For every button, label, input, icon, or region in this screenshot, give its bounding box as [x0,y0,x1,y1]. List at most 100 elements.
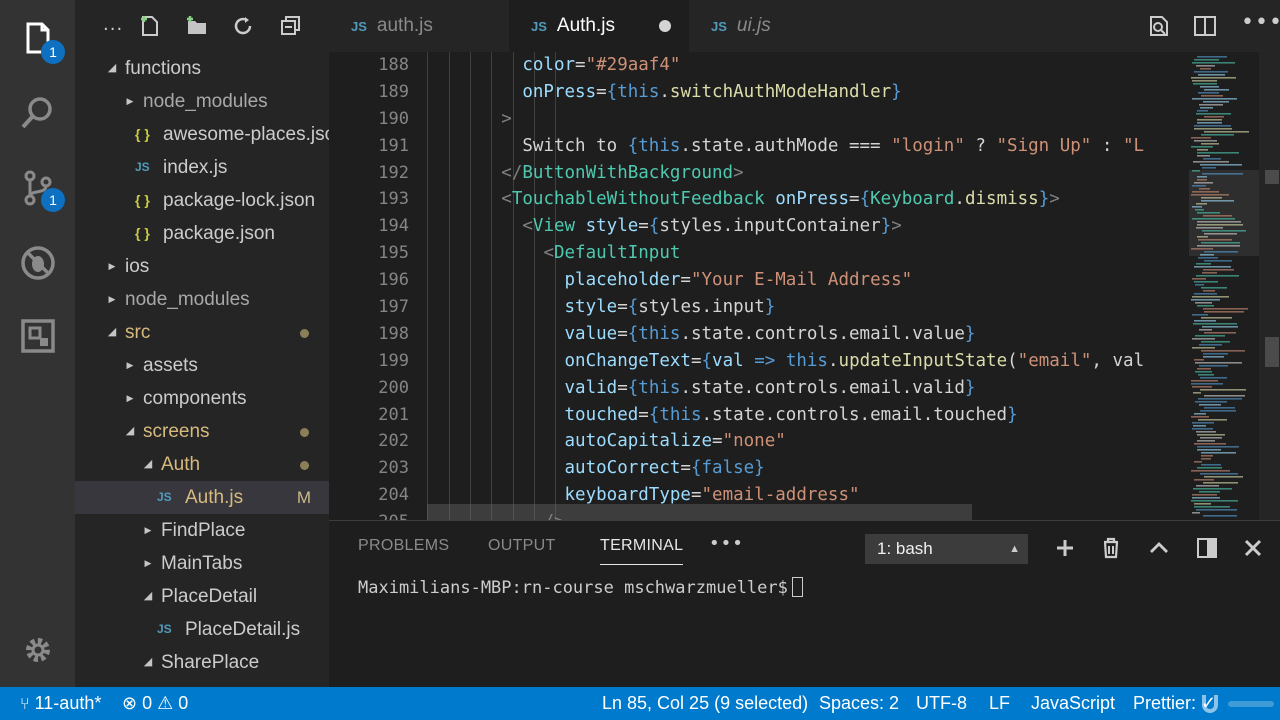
code-line[interactable]: <TouchableWithoutFeedback onPress={Keybo… [417,186,1187,213]
tab-auth-js[interactable]: JS Auth.js [509,0,689,52]
vertical-scrollbar[interactable] [1259,52,1280,520]
chevron-down-icon[interactable]: ◢ [105,316,119,349]
minimap[interactable] [1189,52,1259,520]
code-line[interactable]: color="#29aaf4" [417,52,1187,79]
encoding-status[interactable]: UTF-8 [916,687,967,720]
scrollbar-thumb[interactable] [1265,337,1279,367]
tab-terminal[interactable]: TERMINAL [600,537,684,565]
tab-output[interactable]: OUTPUT [488,537,556,555]
close-icon[interactable] [1241,536,1265,560]
code-line[interactable]: </ButtonWithBackground> [417,160,1187,187]
editor-more-actions[interactable]: ••• [1241,10,1280,35]
chevron-down-icon[interactable]: ◢ [141,580,155,613]
explorer-activity[interactable]: 1 [0,0,75,75]
chevron-down-icon[interactable]: ◢ [141,646,155,679]
chevron-right-icon[interactable]: ▶ [123,382,137,415]
cursor-position[interactable]: Ln 85, Col 25 (9 selected) [602,687,808,720]
code-line[interactable]: autoCapitalize="none" [417,428,1187,455]
branch-status[interactable]: ⑂ 11-auth* [20,687,101,720]
unsaved-dot-icon[interactable] [659,20,671,32]
minimap-line [1194,503,1211,505]
code-lines[interactable]: color="#29aaf4" onPress={this.switchAuth… [417,52,1187,520]
tree-item[interactable]: ▶ assets [75,349,329,382]
problems-status[interactable]: ⊗ 0 ⚠ 0 [122,687,188,720]
terminal-select[interactable]: 1: bash ▲ [865,534,1028,564]
explorer-more-actions[interactable]: ... [103,14,123,35]
minimap-line [1192,170,1200,172]
code-line[interactable]: onChangeText={val => this.updateInputSta… [417,348,1187,375]
tree-item[interactable]: ◢ Auth [75,448,329,481]
tree-item[interactable]: { } package-lock.json [75,184,329,217]
code-line[interactable]: autoCorrect={false} [417,455,1187,482]
chevron-right-icon[interactable]: ▶ [105,250,119,283]
code-line[interactable]: touched={this.state.controls.email.touch… [417,402,1187,429]
chevron-right-icon[interactable]: ▶ [123,349,137,382]
chevron-right-icon[interactable]: ▶ [141,547,155,580]
plus-icon[interactable] [1053,536,1077,560]
terminal-output[interactable]: Maximilians-MBP:rn-course mschwarzmuelle… [358,577,803,598]
horizontal-scrollbar[interactable] [427,504,972,520]
minimap-line [1196,203,1207,205]
manage-activity[interactable] [0,612,75,687]
minimap-line [1201,341,1230,343]
eol-status[interactable]: LF [989,687,1010,720]
code-line[interactable]: <View style={styles.inputContainer}> [417,213,1187,240]
code-line[interactable]: onPress={this.switchAuthModeHandler} [417,79,1187,106]
chevron-right-icon[interactable]: ▶ [123,85,137,118]
new-folder-icon[interactable] [185,14,209,38]
tree-item[interactable]: JS Auth.js M [75,481,329,514]
chevron-up-icon[interactable] [1147,536,1171,560]
tree-item[interactable]: JS PlaceDetail.js [75,613,329,646]
tree-item[interactable]: ◢ src [75,316,329,349]
chevron-down-icon[interactable]: ◢ [105,52,119,85]
code-line[interactable]: Switch to {this.state.authMode === "logi… [417,133,1187,160]
tree-item[interactable]: ▶ ios [75,250,329,283]
open-changes-icon[interactable] [1147,14,1171,38]
collapse-all-icon[interactable] [279,14,303,38]
tree-item[interactable]: ◢ functions [75,52,329,85]
chevron-right-icon[interactable]: ▶ [105,283,119,316]
code-line[interactable]: style={styles.input} [417,294,1187,321]
toggle-panel-icon[interactable] [1195,536,1219,560]
tree-item[interactable]: ▶ FindPlace [75,514,329,547]
tree-item[interactable]: ◢ PlaceDetail [75,580,329,613]
code-line[interactable]: valid={this.state.controls.email.valid} [417,375,1187,402]
extensions-activity[interactable] [0,298,75,373]
code-line[interactable]: <DefaultInput [417,240,1187,267]
tree-item-label: awesome-places.json [163,124,329,145]
code-token: DefaultInput [553,243,681,264]
split-editor-icon[interactable] [1193,14,1217,38]
code-line[interactable]: placeholder="Your E-Mail Address" [417,267,1187,294]
chevron-right-icon[interactable]: ▶ [141,514,155,547]
debug-activity[interactable] [0,225,75,300]
tab-ui-js[interactable]: JS ui.js [689,0,849,52]
new-file-icon[interactable] [138,14,162,38]
tree-item[interactable]: ▶ components [75,382,329,415]
panel-more-actions[interactable]: ••• [709,533,744,554]
tab-auth-js-lower[interactable]: JS auth.js [329,0,509,52]
scm-activity[interactable]: 1 [0,150,75,225]
tab-problems[interactable]: PROBLEMS [358,537,449,555]
minimap-line [1198,92,1219,94]
code-line[interactable]: > [417,106,1187,133]
chevron-down-icon[interactable]: ◢ [141,448,155,481]
code-token: .state.controls.email.touched [701,404,1008,425]
trash-icon[interactable] [1099,536,1123,560]
tree-item[interactable]: { } package.json [75,217,329,250]
tree-item[interactable]: ▶ node_modules [75,85,329,118]
code-line[interactable]: value={this.state.controls.email.value} [417,321,1187,348]
tree-item-label: FindPlace [161,520,246,541]
search-activity[interactable] [0,75,75,150]
tree-item[interactable]: ◢ screens [75,415,329,448]
chevron-down-icon[interactable]: ◢ [123,415,137,448]
minimap-line [1197,305,1214,307]
code-editor[interactable]: 188 189 190 191 192 193 194 195 196 197 198 199 200 2… [329,52,1280,520]
indentation-status[interactable]: Spaces: 2 [819,687,899,720]
tree-item[interactable]: JS index.js [75,151,329,184]
tree-item[interactable]: ▶ MainTabs [75,547,329,580]
language-status[interactable]: JavaScript [1031,687,1115,720]
tree-item[interactable]: ▶ node_modules [75,283,329,316]
tree-item[interactable]: { } awesome-places.json [75,118,329,151]
refresh-icon[interactable] [231,14,255,38]
tree-item[interactable]: ◢ SharePlace [75,646,329,679]
